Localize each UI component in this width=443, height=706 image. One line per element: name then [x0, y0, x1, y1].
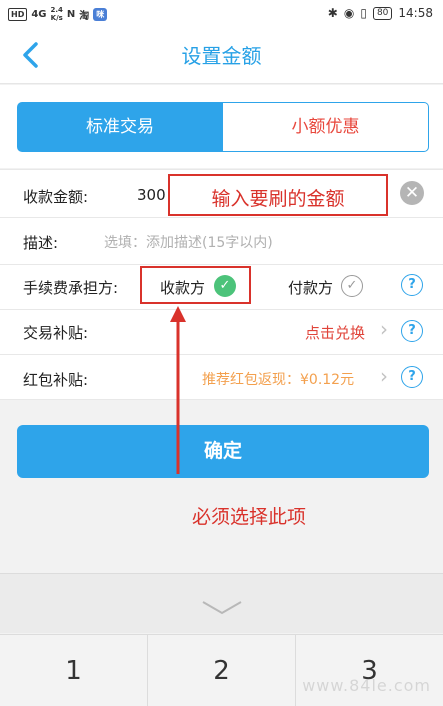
help-icon[interactable]: ?: [401, 366, 423, 388]
annotation-select-note: 必须选择此项: [192, 506, 307, 528]
clear-icon[interactable]: ✕: [400, 181, 424, 205]
bluetooth-icon: ✱: [327, 6, 338, 20]
tab-standard[interactable]: 标准交易: [17, 102, 223, 152]
unchecked-circle-icon[interactable]: ✓: [341, 275, 363, 297]
key-3[interactable]: 3: [296, 634, 443, 706]
help-icon[interactable]: ?: [401, 320, 423, 342]
vibrate-icon: ▯: [360, 6, 367, 20]
page-title: 设置金额: [181, 44, 262, 68]
key-1[interactable]: 1: [0, 634, 148, 706]
watermark: www.84le.com: [302, 676, 431, 695]
nfc-icon: N: [66, 8, 76, 20]
keyboard-hide-icon[interactable]: [201, 598, 243, 618]
description-label: 描述:: [23, 234, 59, 252]
tab-small-discount[interactable]: 小额优惠: [223, 102, 429, 152]
description-input[interactable]: 选填：添加描述(15字以内): [104, 232, 273, 252]
speed-unit: K/s: [50, 14, 63, 22]
annotation-arrow-icon: [170, 306, 186, 474]
key-2[interactable]: 2: [148, 634, 296, 706]
red-packet-label: 红包补贴:: [23, 371, 89, 389]
red-packet-rebate[interactable]: 推荐红包返现：¥0.12元: [202, 369, 354, 389]
status-bar: HD 4G 2.4 K/s N 淘 咪 ✱ ◉ ▯ 80 14:58: [0, 0, 443, 28]
amount-label: 收款金额:: [23, 188, 89, 206]
trade-subsidy-label: 交易补贴:: [23, 324, 89, 342]
chevron-right-icon: ›: [380, 317, 388, 341]
back-arrow-icon[interactable]: [18, 40, 46, 70]
status-right: ✱ ◉ ▯ 80 14:58: [328, 6, 433, 20]
clock: 14:58: [398, 6, 433, 20]
header: 设置金额: [0, 28, 443, 84]
confirm-button[interactable]: 确定: [17, 425, 429, 478]
annotation-amount-note: 输入要刷的金额: [211, 188, 345, 210]
signal-icon: 4G: [31, 8, 47, 20]
amount-input[interactable]: 300: [137, 186, 166, 204]
annotation-box-payee: [140, 266, 251, 304]
speed-value: 2.4: [50, 6, 63, 14]
battery-icon: 80: [372, 6, 393, 20]
taobao-icon: 淘: [79, 10, 90, 22]
chevron-right-icon: ›: [380, 364, 388, 388]
status-left: HD 4G 2.4 K/s N 淘 咪: [8, 6, 108, 22]
location-icon: ◉: [343, 6, 355, 20]
fee-option-payer[interactable]: 付款方: [288, 277, 333, 298]
network-badge: HD: [8, 7, 28, 21]
help-icon[interactable]: ?: [401, 274, 423, 296]
speed-indicator: 2.4 K/s: [51, 6, 63, 22]
redeem-link[interactable]: 点击兑换: [305, 322, 365, 343]
fee-payer-label: 手续费承担方:: [23, 279, 119, 297]
app-icon: 咪: [93, 7, 108, 21]
